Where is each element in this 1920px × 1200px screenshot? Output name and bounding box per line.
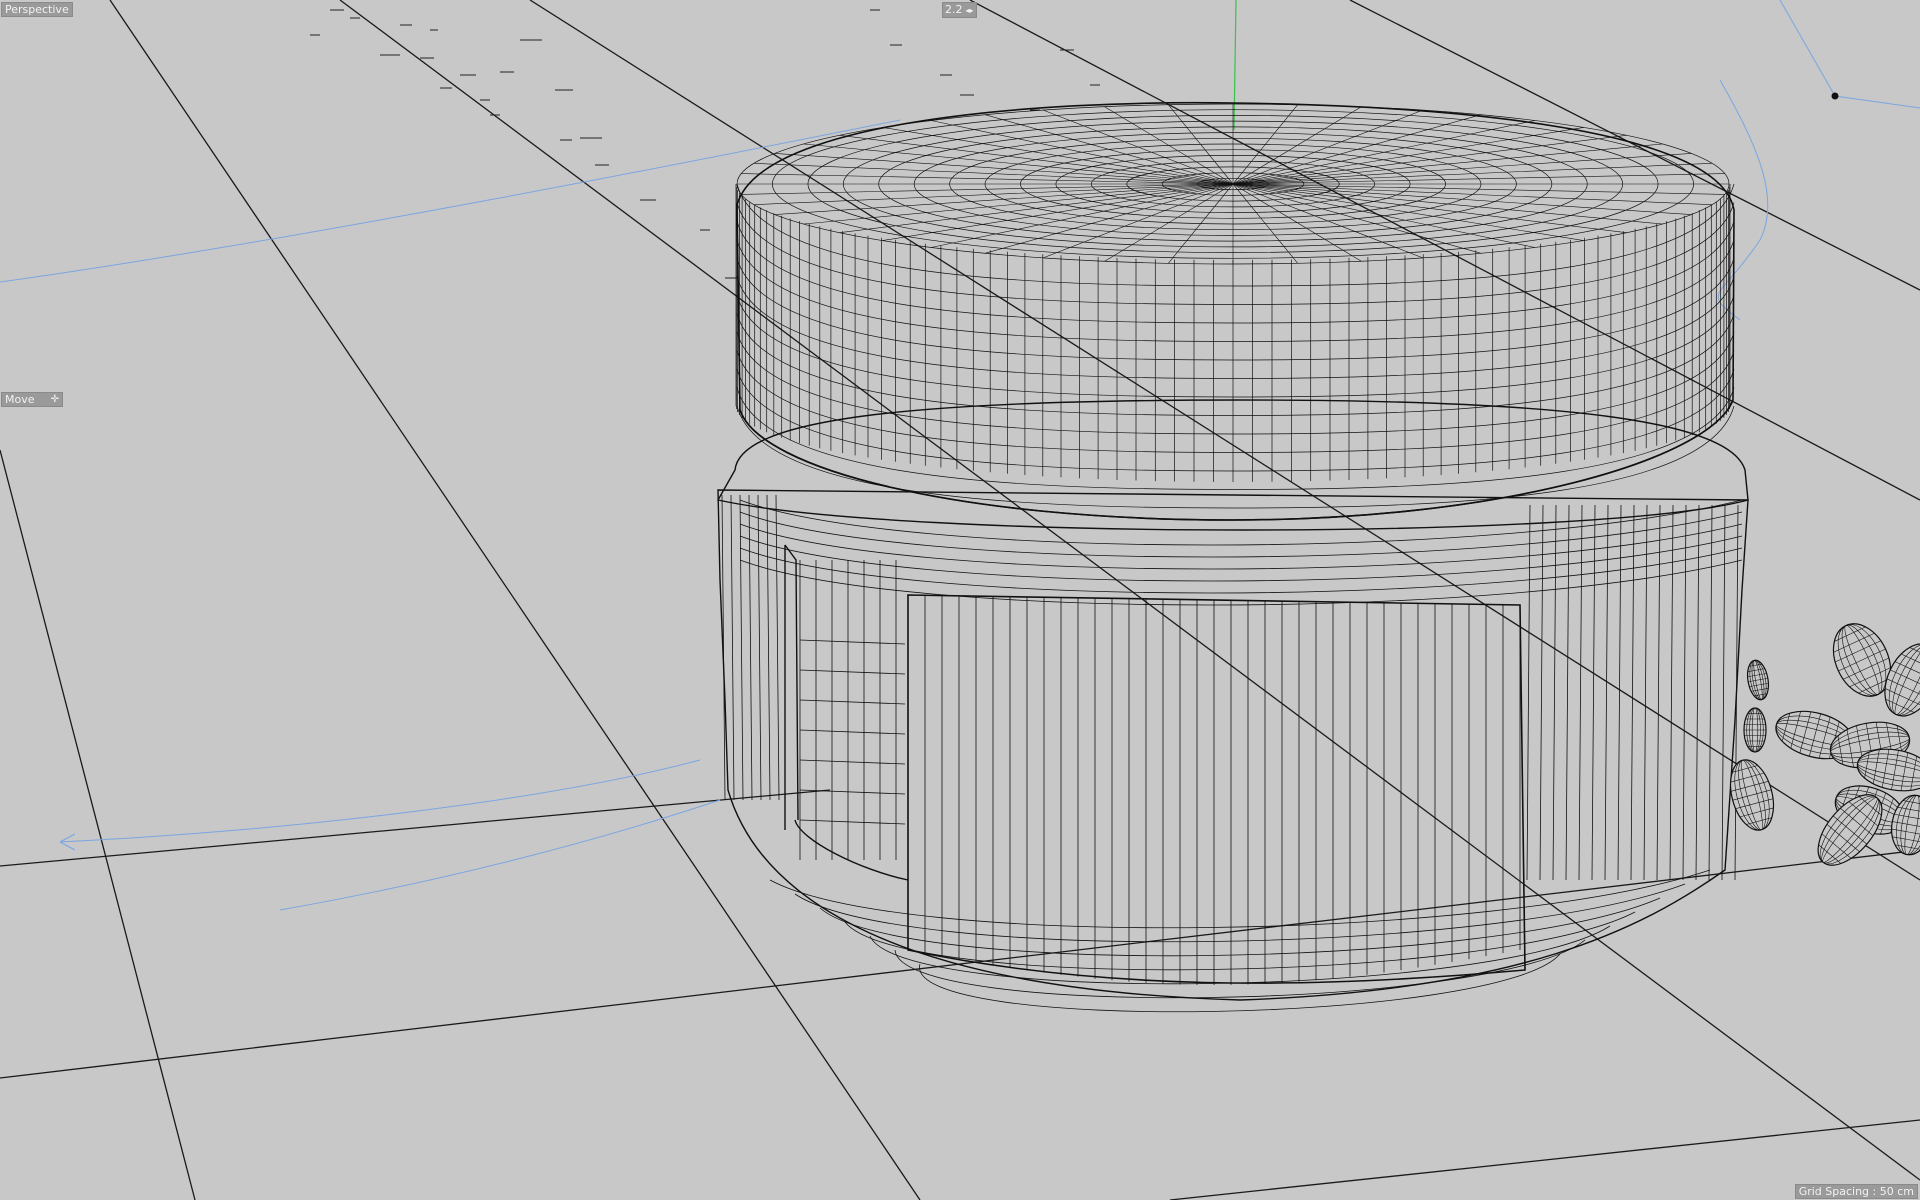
move-tool-icon: ✛	[50, 394, 59, 405]
grid-spacing-text: Grid Spacing : 50 cm	[1798, 1185, 1914, 1198]
camera-name: Perspective	[5, 3, 69, 16]
badge-text: 2.2	[945, 3, 963, 16]
perspective-viewport[interactable]	[0, 0, 1920, 1200]
grid-spacing-label: Grid Spacing : 50 cm	[1794, 1184, 1918, 1199]
tool-name: Move	[5, 393, 35, 406]
badge-arrows-icon: ◂▸	[965, 6, 974, 15]
active-tool-label[interactable]: Move ✛	[1, 392, 63, 407]
spline-point[interactable]	[1831, 92, 1839, 100]
viewport-camera-label[interactable]: Perspective	[1, 2, 73, 17]
viewport-badge[interactable]: 2.2 ◂▸	[942, 2, 977, 18]
capsule-pill[interactable]	[1743, 707, 1767, 753]
